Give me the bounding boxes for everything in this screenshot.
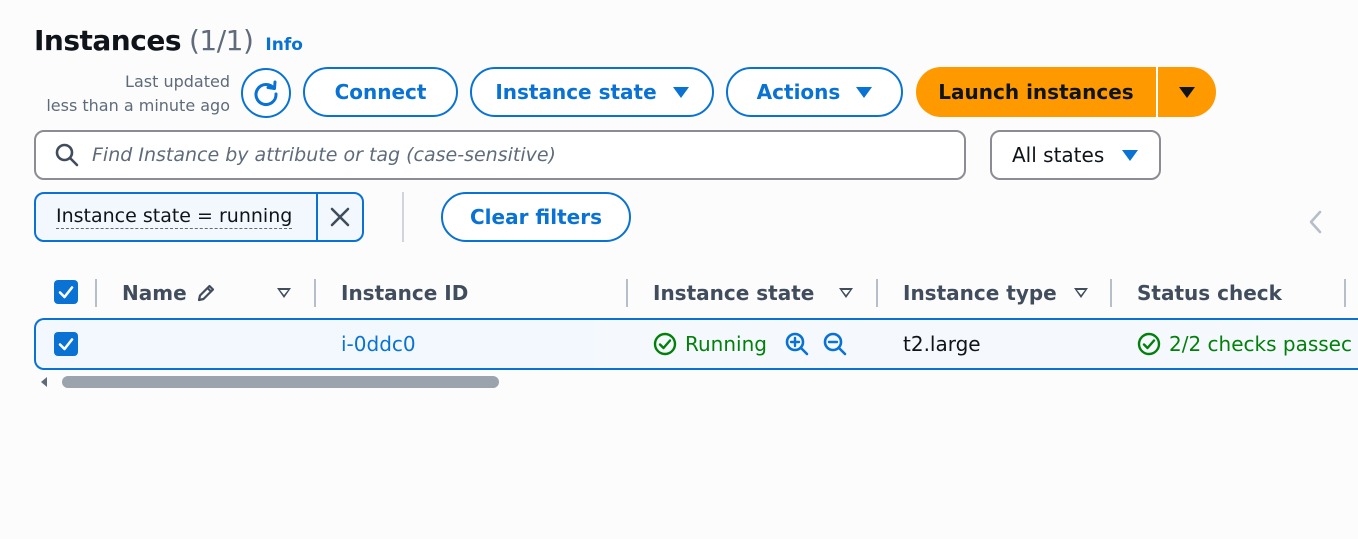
sort-icon[interactable] <box>1074 288 1088 298</box>
instance-state-button[interactable]: Instance state <box>470 67 714 117</box>
column-header-instance-type[interactable]: Instance type <box>903 268 1057 318</box>
column-divider <box>314 279 316 307</box>
states-select[interactable]: All states <box>990 130 1161 180</box>
close-icon <box>330 207 350 227</box>
search-input[interactable] <box>92 144 932 166</box>
check-circle-icon <box>653 332 677 356</box>
filter-token: Instance state = running <box>34 192 364 242</box>
column-header-instance-state[interactable]: Instance state <box>653 268 814 318</box>
checkmark-icon <box>58 338 74 351</box>
actions-button[interactable]: Actions <box>726 67 903 117</box>
caret-down-icon <box>1122 149 1139 161</box>
refresh-icon <box>254 80 278 106</box>
checkmark-icon <box>58 286 74 299</box>
page-title: Instances <box>34 24 181 57</box>
column-divider <box>1110 279 1112 307</box>
scroll-left-arrow[interactable] <box>41 377 47 387</box>
zoom-out-button[interactable] <box>822 331 848 361</box>
zoom-in-icon <box>785 332 809 356</box>
select-all-checkbox[interactable] <box>54 280 78 304</box>
instance-count: (1/1) <box>188 24 254 57</box>
last-updated-text: Last updated less than a minute ago <box>46 72 230 115</box>
search-icon <box>55 143 79 167</box>
column-divider <box>626 279 628 307</box>
launch-instances-split-button: Launch instances <box>916 67 1216 117</box>
table-header: Name Instance ID Instance state Instance… <box>34 268 1358 318</box>
column-divider <box>95 279 97 307</box>
chevron-left-icon <box>1309 210 1322 234</box>
column-header-status-check[interactable]: Status check <box>1137 268 1282 318</box>
horizontal-scrollbar[interactable] <box>62 376 499 388</box>
divider <box>402 192 404 242</box>
instance-type-cell: t2.large <box>903 332 981 356</box>
zoom-in-button[interactable] <box>784 331 810 361</box>
previous-page-button[interactable] <box>1308 209 1324 239</box>
check-circle-icon <box>1137 332 1161 356</box>
clear-filters-button[interactable]: Clear filters <box>441 192 631 242</box>
pencil-icon <box>197 284 214 302</box>
column-header-name[interactable]: Name <box>122 268 217 318</box>
launch-instances-button[interactable]: Launch instances <box>916 67 1156 117</box>
info-link[interactable]: Info <box>265 35 303 55</box>
instance-id-link[interactable]: i-0ddc0 <box>341 320 421 368</box>
refresh-button[interactable] <box>241 68 291 118</box>
remove-filter-button[interactable] <box>316 194 362 240</box>
sort-icon[interactable] <box>839 288 853 298</box>
launch-options-dropdown[interactable] <box>1158 67 1216 117</box>
caret-down-icon <box>1179 86 1195 98</box>
column-header-instance-id[interactable]: Instance ID <box>341 268 468 318</box>
sort-icon[interactable] <box>277 288 291 298</box>
caret-down-icon <box>856 86 873 98</box>
filter-token-label[interactable]: Instance state = running <box>36 194 316 240</box>
zoom-out-icon <box>823 332 847 356</box>
status-check-cell[interactable]: 2/2 checks passec <box>1137 320 1352 368</box>
page-header: Instances (1/1) Info <box>34 24 303 57</box>
column-divider <box>1344 279 1346 307</box>
row-checkbox[interactable] <box>54 332 78 356</box>
search-field <box>34 130 966 180</box>
column-divider <box>876 279 878 307</box>
table-row[interactable]: i-0ddc0 Running t2.large 2/2 checks pass… <box>34 318 1358 370</box>
caret-down-icon <box>672 86 689 98</box>
instance-state-cell: Running <box>653 320 767 368</box>
connect-button[interactable]: Connect <box>303 67 458 117</box>
